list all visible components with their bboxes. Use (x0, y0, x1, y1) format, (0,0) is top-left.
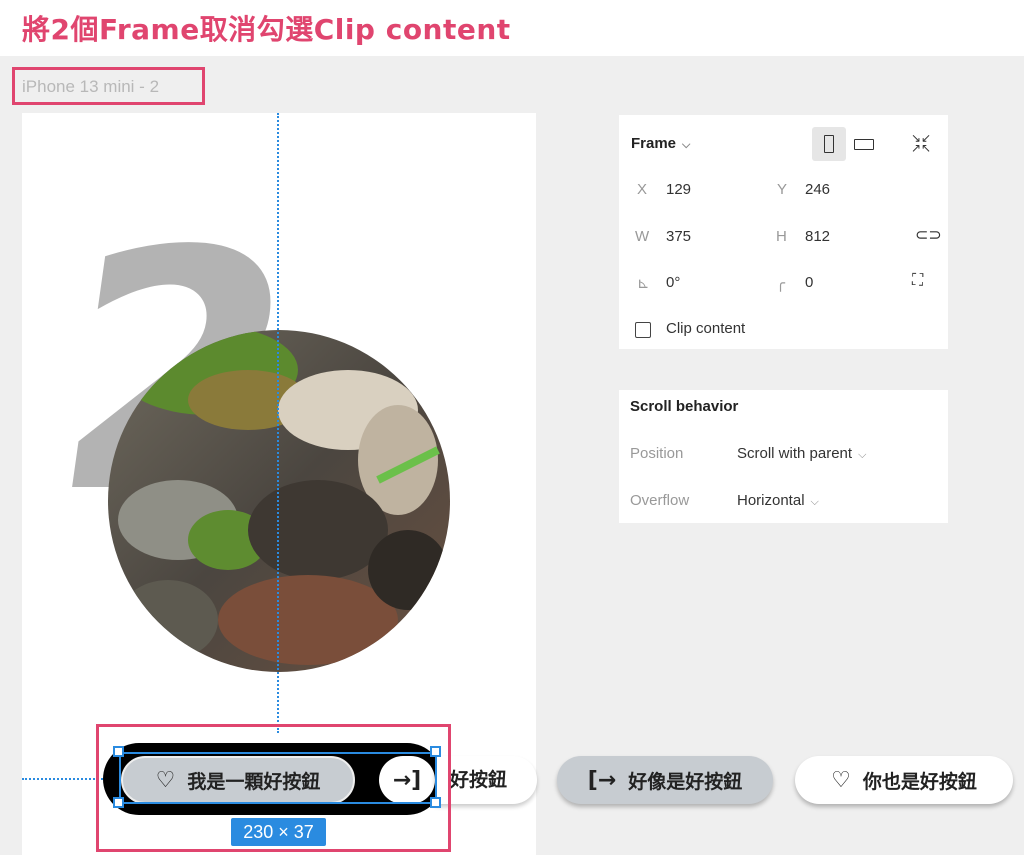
x-input[interactable]: 129 (666, 181, 691, 198)
y-label: Y (777, 181, 788, 198)
horizontal-guide (22, 778, 107, 780)
position-dropdown[interactable]: Scroll with parent ⌵ (737, 445, 866, 462)
overflow-dropdown[interactable]: Horizontal ⌵ (737, 492, 819, 509)
independent-corners-icon[interactable]: ⛶ (912, 272, 923, 290)
landscape-button[interactable] (851, 127, 885, 161)
y-input[interactable]: 246 (805, 181, 830, 198)
x-label: X (637, 181, 648, 198)
resize-to-fit-icon[interactable]: ↘↙ ↗↖ (911, 132, 931, 154)
button-4[interactable]: ♡ 你也是好按鈕 (795, 756, 1013, 804)
constrain-proportions-icon[interactable]: ⊂⊃ (915, 225, 942, 245)
overflow-label: Overflow (630, 492, 690, 509)
clip-content-checkbox[interactable] (635, 322, 651, 338)
chevron-down-icon: ⌵ (810, 496, 819, 508)
portrait-icon (824, 135, 834, 153)
w-label: W (635, 228, 650, 245)
corner-radius-input[interactable]: 0 (805, 274, 813, 291)
annotation-highlight-box (96, 724, 451, 852)
rotation-input[interactable]: 0° (666, 274, 680, 291)
vertical-guide (277, 113, 279, 733)
clip-content-label: Clip content (666, 320, 746, 337)
frame-type-dropdown[interactable]: Frame ⌵ (631, 135, 690, 152)
button-4-label: 你也是好按鈕 (862, 770, 977, 793)
w-input[interactable]: 375 (666, 228, 691, 245)
frame-label-highlight (12, 67, 205, 105)
corner-radius-icon: ╭ (776, 275, 786, 292)
button-3-label: 好像是好按鈕 (628, 770, 743, 793)
scroll-behavior-heading: Scroll behavior (630, 398, 739, 415)
scroll-behavior-panel: Scroll behavior Position Scroll with par… (619, 390, 948, 523)
portrait-button[interactable] (812, 127, 846, 161)
button-3[interactable]: [→ 好像是好按鈕 (557, 756, 773, 804)
chevron-down-icon: ⌵ (858, 449, 867, 461)
heart-icon: ♡ (831, 767, 851, 793)
landscape-icon (854, 139, 874, 150)
moss-photo[interactable] (108, 330, 450, 672)
button-2-label: 好按鈕 (450, 769, 508, 791)
page-title: 將2個Frame取消勾選Clip content (22, 13, 511, 46)
position-label: Position (630, 445, 684, 462)
h-label: H (776, 228, 787, 245)
logout-arrow-icon: [→ (587, 767, 617, 793)
rotation-icon: ⊾ (637, 275, 650, 292)
h-input[interactable]: 812 (805, 228, 830, 245)
chevron-down-icon: ⌵ (682, 139, 691, 151)
frame-properties-panel: Frame ⌵ ↘↙ ↗↖ X 129 Y 246 W 375 H 812 ⊂⊃ ⊾… (619, 115, 948, 349)
